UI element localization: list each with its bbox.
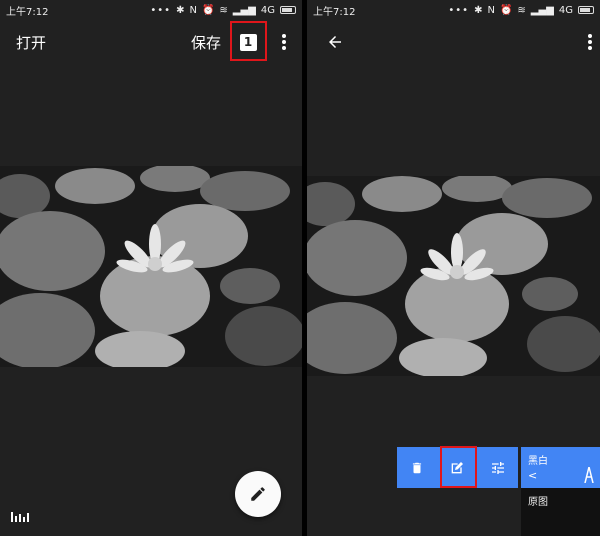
style-item-selected[interactable]: 黑白 < xyxy=(521,447,600,488)
save-button[interactable]: 保存 xyxy=(191,32,221,53)
signal-icon: ▂▄▆ xyxy=(232,4,256,16)
network-type: 4G xyxy=(558,4,573,16)
lily-pad-image xyxy=(307,176,600,376)
top-toolbar xyxy=(307,22,600,62)
status-time: 上午7:12 xyxy=(313,6,356,18)
histogram-button[interactable] xyxy=(10,508,30,522)
status-bar: 上午7:12 ••• ✱ N ⏰ ≋ ▂▄▆ 4G xyxy=(307,0,600,20)
style-list-panel: 黑白 < 原图 xyxy=(521,447,600,536)
nfc-icon: N xyxy=(487,4,495,16)
more-vert-icon xyxy=(588,34,592,50)
battery-icon xyxy=(280,6,296,14)
open-button[interactable]: 打开 xyxy=(16,32,46,53)
tune-icon xyxy=(491,461,504,474)
photo-preview xyxy=(307,176,600,376)
compare-icon[interactable] xyxy=(583,467,595,483)
wifi-icon: ≋ xyxy=(517,4,526,16)
photo-preview xyxy=(0,166,302,367)
wifi-icon: ≋ xyxy=(219,4,228,16)
status-time: 上午7:12 xyxy=(6,6,49,18)
alarm-icon: ⏰ xyxy=(499,4,513,16)
network-type: 4G xyxy=(260,4,275,16)
bluetooth-icon: ✱ xyxy=(176,4,185,16)
adjust-button[interactable] xyxy=(480,450,516,486)
delete-button[interactable] xyxy=(399,450,435,486)
lily-pad-image xyxy=(0,166,302,367)
left-screen: 上午7:12 ••• ✱ N ⏰ ≋ ▂▄▆ 4G 打开 保存 1 xyxy=(0,0,302,536)
more-options-button[interactable] xyxy=(580,30,600,54)
histogram-icon xyxy=(11,511,29,522)
battery-icon xyxy=(578,6,594,14)
back-button[interactable] xyxy=(324,31,346,53)
right-screen: 上午7:12 ••• ✱ N ⏰ ≋ ▂▄▆ 4G 黑白 < 原图 xyxy=(307,0,600,536)
bluetooth-icon: ✱ xyxy=(474,4,483,16)
edit-fab-button[interactable] xyxy=(235,471,281,517)
notification-dots-icon: ••• xyxy=(150,4,172,16)
more-options-button[interactable] xyxy=(274,30,294,54)
status-bar: 上午7:12 ••• ✱ N ⏰ ≋ ▂▄▆ 4G xyxy=(0,0,302,20)
alarm-icon: ⏰ xyxy=(201,4,215,16)
status-icons: ••• ✱ N ⏰ ≋ ▂▄▆ 4G xyxy=(150,5,296,16)
nfc-icon: N xyxy=(189,4,197,16)
signal-icon: ▂▄▆ xyxy=(530,4,554,16)
trash-icon xyxy=(413,462,422,473)
notification-dots-icon: ••• xyxy=(448,4,470,16)
style-selected-label: 黑白 xyxy=(528,456,548,467)
badge-highlight-box xyxy=(230,21,267,61)
status-icons: ••• ✱ N ⏰ ≋ ▂▄▆ 4G xyxy=(448,5,594,16)
edit-pencil-icon xyxy=(251,487,265,501)
edit-stack-highlight-box xyxy=(440,446,477,488)
back-arrow-icon xyxy=(329,36,341,48)
style-item-original[interactable]: 原图 xyxy=(528,493,548,508)
style-chevron: < xyxy=(528,469,538,482)
more-vert-icon xyxy=(282,34,286,50)
